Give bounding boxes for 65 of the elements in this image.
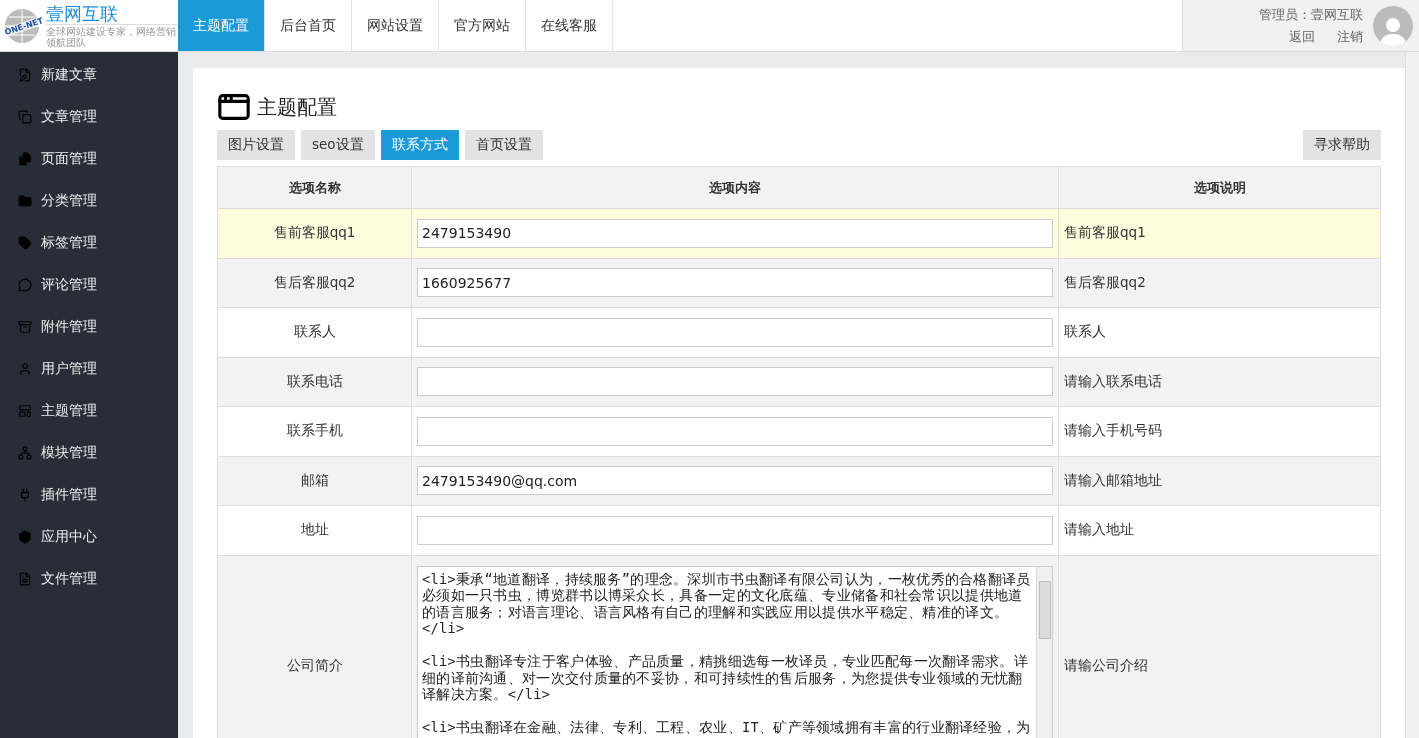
option-name: 公司简介 [218, 555, 412, 738]
option-input[interactable]: 1660925677 [417, 268, 1053, 298]
option-description: 售前客服qq1 [1059, 209, 1381, 259]
option-description: 售后客服qq2 [1059, 258, 1381, 308]
option-name: 联系人 [218, 308, 412, 358]
option-input[interactable] [417, 416, 1053, 446]
sidebar-item[interactable]: 主题管理 [0, 390, 178, 432]
settings-tab[interactable]: 首页设置 [464, 130, 543, 160]
sidebar-item[interactable]: 应用中心 [0, 516, 178, 558]
sidebar-item[interactable]: 附件管理 [0, 306, 178, 348]
comment-icon [18, 278, 32, 292]
sidebar-item[interactable]: 插件管理 [0, 474, 178, 516]
option-name: 联系电话 [218, 357, 412, 407]
option-description: 联系人 [1059, 308, 1381, 358]
sidebar-item[interactable]: 用户管理 [0, 348, 178, 390]
settings-tab[interactable]: 图片设置 [217, 130, 295, 160]
plug-icon [18, 488, 32, 502]
option-name: 联系手机 [218, 407, 412, 457]
sidebar-item[interactable]: 评论管理 [0, 264, 178, 306]
file-icon [18, 572, 32, 586]
avatar-icon[interactable] [1373, 5, 1413, 46]
sidebar-item[interactable]: 文件管理 [0, 558, 178, 600]
sidebar-item[interactable]: 页面管理 [0, 138, 178, 180]
sidebar-item[interactable]: 模块管理 [0, 432, 178, 474]
option-name: 邮箱 [218, 456, 412, 506]
sidebar-item[interactable]: 新建文章 [0, 54, 178, 96]
column-header: 选项说明 [1059, 167, 1381, 209]
option-description: 请输入手机号码 [1059, 407, 1381, 457]
files-icon [18, 152, 32, 166]
page-scrollbar[interactable] [1405, 52, 1419, 738]
copy-icon [18, 110, 32, 124]
option-name: 售前客服qq1 [218, 209, 412, 259]
tree-icon [18, 446, 32, 460]
option-input[interactable] [417, 515, 1053, 545]
option-input[interactable]: 2479153490@qq.com [417, 466, 1053, 496]
option-description: 请输入地址 [1059, 506, 1381, 556]
option-description: 请输公司介绍 [1059, 555, 1381, 738]
admin-label: 管理员：壹网互联 [1259, 5, 1363, 24]
scrollbar-thumb[interactable] [1038, 580, 1051, 639]
layout-icon [18, 404, 32, 418]
header-link[interactable]: 注销 [1337, 27, 1363, 46]
option-name: 售后客服qq2 [218, 258, 412, 308]
option-description: 请输入联系电话 [1059, 357, 1381, 407]
option-textarea[interactable]: <li>秉承“地道翻译，持续服务”的理念。深圳市书虫翻译有限公司认为，一枚优秀的合格翻译员必须如一只书虫，博览群书以博采众长，具备一定的文化底蕴、专业储备和社会常识以提供地道的语言服务；对语言理论、语言风格有自己的理解和实践应用以提供水平稳定、精准的译文。</li> <li>书虫翻译专注于客户体验、产品质量，精挑细选每一枚译员，专业匹配每一次翻译需求。详细的译前沟通、对一次交付质量的不妥协，和可持续性的售后服务，为您提供专业领域的无忧翻译解决方案。</li> <li>书虫翻译在金融、法律、专利、工程、农业、IT、矿产等领域拥有丰富的行业翻译经验，为 [417, 565, 1053, 738]
sidebar-item[interactable]: 分类管理 [0, 180, 178, 222]
page-title: 主题配置 [257, 93, 337, 121]
option-input[interactable]: 2479153490 [417, 218, 1053, 248]
tag-icon [18, 236, 32, 250]
sidebar-item[interactable]: 文章管理 [0, 96, 178, 138]
settings-tab[interactable]: seo设置 [301, 130, 375, 160]
edit-icon [18, 68, 32, 82]
option-description: 请输入邮箱地址 [1059, 456, 1381, 506]
box-icon [18, 320, 32, 334]
column-header: 选项内容 [412, 167, 1059, 209]
user-icon [18, 362, 32, 376]
column-header: 选项名称 [218, 167, 412, 209]
folder-icon [18, 194, 32, 208]
option-input[interactable] [417, 317, 1053, 347]
logo-name: 壹网互联 [46, 3, 119, 24]
option-name: 地址 [218, 506, 412, 556]
option-input[interactable] [417, 367, 1053, 397]
sidebar-item[interactable]: 标签管理 [0, 222, 178, 264]
help-button[interactable]: 寻求帮助 [1303, 130, 1381, 160]
cube-icon [18, 530, 32, 544]
header-link[interactable]: 返回 [1289, 27, 1315, 46]
